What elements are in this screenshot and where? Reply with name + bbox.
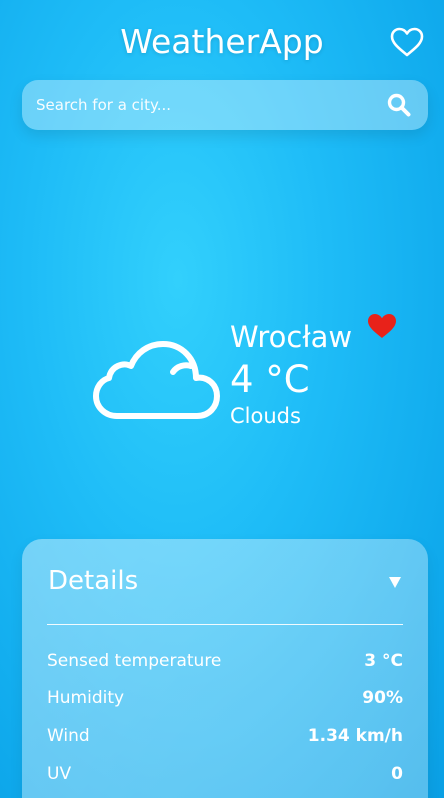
search-icon[interactable] xyxy=(386,92,412,118)
detail-label: Sensed temperature xyxy=(47,651,222,671)
search-input[interactable] xyxy=(36,80,376,130)
details-title: Details xyxy=(48,566,139,596)
detail-row-sensed-temperature: Sensed temperature 3 °C xyxy=(47,651,403,675)
app-header: WeatherApp xyxy=(0,0,444,80)
detail-value: 3 °C xyxy=(364,651,403,671)
detail-row-wind: Wind 1.34 km/h xyxy=(47,726,403,750)
detail-value: 90% xyxy=(362,688,403,708)
heart-filled-icon[interactable] xyxy=(367,313,397,339)
detail-row-uv: UV 0 xyxy=(47,764,403,788)
app-title: WeatherApp xyxy=(120,22,324,61)
detail-label: UV xyxy=(47,764,72,784)
triangle-down-icon[interactable] xyxy=(388,574,402,588)
details-panel: Details Sensed temperature 3 °C Humidity… xyxy=(22,539,428,798)
city-name: Wrocław xyxy=(230,320,353,354)
detail-value: 1.34 km/h xyxy=(307,726,403,746)
current-weather: Wrocław 4 °C Clouds xyxy=(0,310,444,450)
cloud-icon xyxy=(93,336,221,420)
temperature: 4 °C xyxy=(230,358,310,401)
search-bar xyxy=(22,80,428,130)
detail-row-humidity: Humidity 90% xyxy=(47,688,403,712)
detail-value: 0 xyxy=(391,764,403,784)
detail-label: Wind xyxy=(47,726,90,746)
favorites-heart-outline-icon[interactable] xyxy=(390,27,424,57)
divider xyxy=(47,624,403,625)
weather-description: Clouds xyxy=(230,404,301,428)
detail-label: Humidity xyxy=(47,688,125,708)
